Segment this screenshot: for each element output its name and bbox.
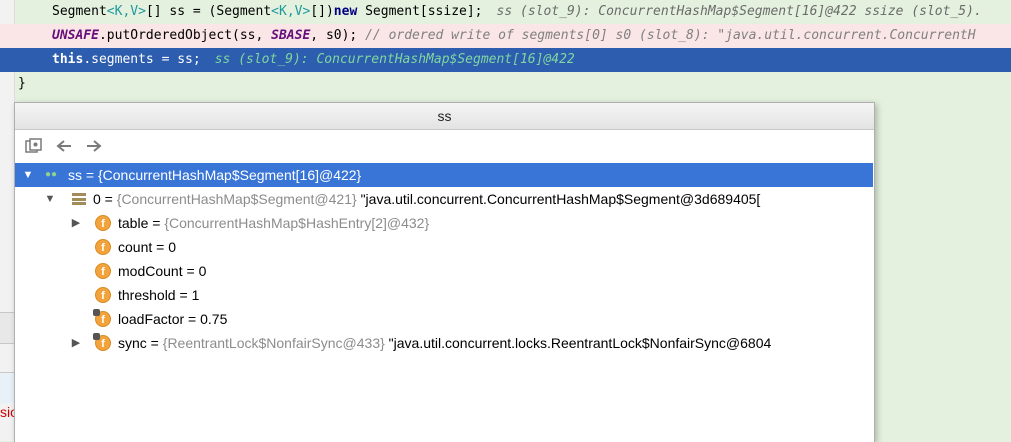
code-text: , s0);	[310, 28, 358, 43]
inline-debug-value: ss (slot_9): ConcurrentHashMap$Segment[1…	[214, 52, 575, 67]
code-generic: <K,V>	[271, 4, 311, 19]
tree-row-ss[interactable]: ▼ ●● ss = {ConcurrentHashMap$Segment[16]…	[15, 163, 873, 187]
code-text: .putOrderedObject(ss,	[98, 28, 272, 43]
code-text: }	[18, 76, 26, 91]
tree-row-label: modCount = 0	[118, 263, 207, 279]
popup-title: ss	[15, 103, 874, 130]
field-icon: f	[95, 263, 111, 279]
tree-row-label: loadFactor = 0.75	[118, 311, 228, 327]
tree-row-modcount[interactable]: f modCount = 0	[15, 259, 873, 283]
variable-tree[interactable]: ▼ ●● ss = {ConcurrentHashMap$Segment[16]…	[15, 163, 873, 355]
final-field-icon: f	[93, 333, 111, 351]
tree-row-element-0[interactable]: ▼ 0 = {ConcurrentHashMap$Segment@421} "j…	[15, 187, 873, 211]
tree-row-label: ss = {ConcurrentHashMap$Segment[16]@422}	[68, 167, 362, 183]
collapse-arrow-icon[interactable]: ▶	[69, 211, 83, 235]
code-text: [])	[310, 4, 334, 19]
code-static-field: SBASE	[271, 28, 311, 43]
code-static-field: UNSAFE	[52, 28, 99, 43]
tree-row-loadfactor[interactable]: f loadFactor = 0.75	[15, 307, 873, 331]
code-line-current-execution[interactable]: this.segments = ss; ss (slot_9): Concurre…	[0, 48, 1011, 72]
field-icon: f	[95, 239, 111, 255]
code-line-closing-brace[interactable]: }	[0, 72, 1011, 96]
watch-icon: ●●	[45, 169, 58, 180]
code-text: Segment[ssize];	[357, 4, 483, 19]
code-line-segment-alloc[interactable]: Segment<K,V>[] ss = (Segment<K,V>[])new …	[0, 0, 1011, 24]
tree-row-table[interactable]: ▶ f table = {ConcurrentHashMap$HashEntry…	[15, 211, 873, 235]
tree-row-label: 0 = {ConcurrentHashMap$Segment@421} "jav…	[93, 191, 761, 207]
side-panel-tab[interactable]	[0, 312, 14, 344]
inline-debug-value: ss (slot_9): ConcurrentHashMap$Segment[1…	[496, 4, 982, 19]
field-icon: f	[95, 287, 111, 303]
keyword-this: this	[52, 52, 84, 67]
side-panel-tab[interactable]	[0, 372, 14, 403]
code-text: [] ss = (Segment	[145, 4, 272, 19]
tree-row-count[interactable]: f count = 0	[15, 235, 873, 259]
code-line-put-ordered[interactable]: UNSAFE.putOrderedObject(ss, SBASE, s0); …	[0, 24, 1011, 48]
array-element-icon	[71, 191, 87, 207]
keyword-new: new	[333, 4, 358, 19]
code-comment: // ordered write of segments[0] s0 (slot…	[365, 28, 976, 43]
code-generic: <K,V>	[106, 4, 146, 19]
tree-row-label: table = {ConcurrentHashMap$HashEntry[2]@…	[118, 215, 430, 231]
tree-row-label: threshold = 1	[118, 287, 200, 303]
expand-arrow-icon[interactable]: ▼	[21, 163, 35, 187]
code-text: Segment	[52, 4, 107, 19]
arrow-right-icon[interactable]	[83, 135, 105, 157]
popup-toolbar	[15, 130, 874, 162]
final-field-icon: f	[93, 309, 111, 327]
collapse-arrow-icon[interactable]: ▶	[69, 331, 83, 355]
tree-row-label: sync = {ReentrantLock$NonfairSync@433} "…	[118, 335, 772, 351]
copy-icon[interactable]	[23, 135, 45, 157]
arrow-left-icon[interactable]	[53, 135, 75, 157]
tree-row-threshold[interactable]: f threshold = 1	[15, 283, 873, 307]
field-icon: f	[95, 215, 111, 231]
expand-arrow-icon[interactable]: ▼	[43, 187, 57, 211]
tree-row-sync[interactable]: ▶ f sync = {ReentrantLock$NonfairSync@43…	[15, 331, 873, 355]
variable-inspector-popup[interactable]: ss ▼ ●● ss = {ConcurrentHashMap$Segment[…	[14, 102, 875, 442]
code-text: .segments = ss;	[83, 52, 201, 67]
tree-row-label: count = 0	[118, 239, 177, 255]
